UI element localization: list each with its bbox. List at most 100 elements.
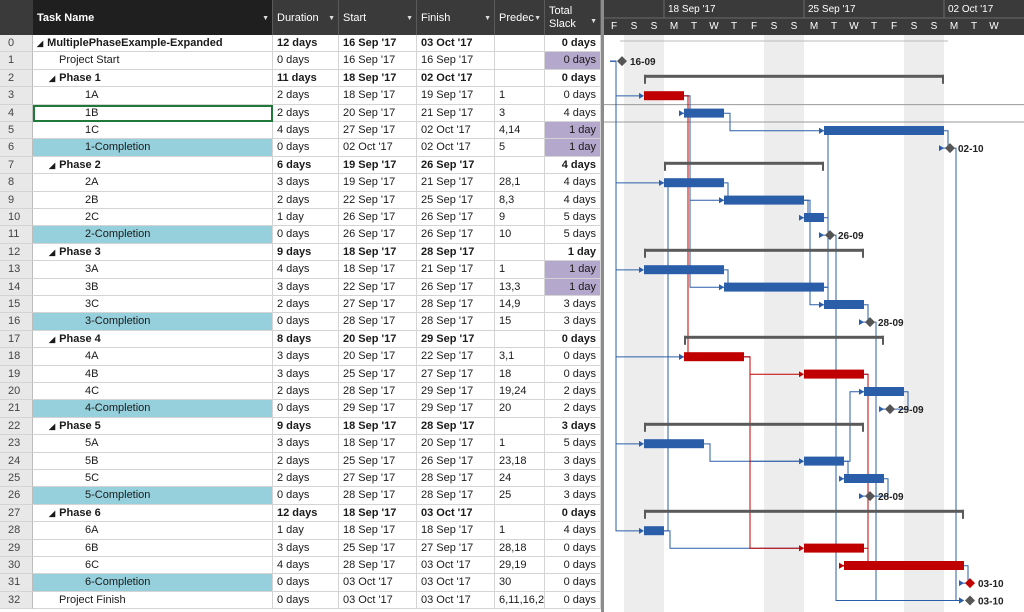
collapse-triangle-icon[interactable]: ◢: [49, 505, 55, 521]
table-row[interactable]: 18 4A 3 days 20 Sep '17 22 Sep '17 3,1 0 days: [0, 348, 601, 366]
table-row[interactable]: 10 2C 1 day 26 Sep '17 26 Sep '17 9 5 days: [0, 209, 601, 227]
table-row[interactable]: 7 ◢ Phase 2 6 days 19 Sep '17 26 Sep '17 4 day…: [0, 156, 601, 175]
total-slack-cell[interactable]: 1 day: [545, 278, 601, 296]
duration-cell[interactable]: 2 days: [273, 191, 339, 209]
task-name-cell[interactable]: 2-Completion: [33, 226, 273, 244]
column-header-start[interactable]: Start ▼: [339, 0, 417, 35]
row-id-cell[interactable]: 2: [0, 69, 33, 88]
finish-cell[interactable]: 18 Sep '17: [417, 522, 495, 540]
start-cell[interactable]: 27 Sep '17: [339, 470, 417, 488]
predecessors-cell[interactable]: 25: [495, 487, 545, 505]
predecessors-cell[interactable]: [495, 69, 545, 88]
start-cell[interactable]: 18 Sep '17: [339, 417, 417, 436]
table-row[interactable]: 12 ◢ Phase 3 9 days 18 Sep '17 28 Sep '17 1 da…: [0, 243, 601, 262]
total-slack-cell[interactable]: 4 days: [545, 191, 601, 209]
row-id-cell[interactable]: 4: [0, 104, 33, 122]
summary-bar[interactable]: [684, 335, 884, 339]
task-name-cell[interactable]: 1B: [33, 104, 273, 122]
total-slack-cell[interactable]: 0 days: [545, 52, 601, 70]
predecessors-cell[interactable]: [495, 504, 545, 523]
table-row[interactable]: 14 3B 3 days 22 Sep '17 26 Sep '17 13,3 1 day: [0, 278, 601, 296]
duration-cell[interactable]: 0 days: [273, 487, 339, 505]
task-bar[interactable]: [804, 213, 824, 222]
milestone-diamond[interactable]: [965, 595, 975, 606]
row-id-cell[interactable]: 11: [0, 226, 33, 244]
predecessors-cell[interactable]: 1: [495, 87, 545, 105]
duration-cell[interactable]: 0 days: [273, 574, 339, 592]
predecessors-cell[interactable]: 1: [495, 435, 545, 453]
finish-cell[interactable]: 02 Oct '17: [417, 122, 495, 140]
predecessors-cell[interactable]: 19,24: [495, 383, 545, 401]
column-header-predecessors[interactable]: Predec ▼: [495, 0, 545, 35]
predecessors-cell[interactable]: [495, 330, 545, 349]
finish-cell[interactable]: 28 Sep '17: [417, 470, 495, 488]
total-slack-cell[interactable]: 1 day: [545, 139, 601, 157]
column-header-duration[interactable]: Duration ▼: [273, 0, 339, 35]
predecessors-cell[interactable]: 1: [495, 522, 545, 540]
finish-cell[interactable]: 19 Sep '17: [417, 87, 495, 105]
select-all-corner[interactable]: [0, 0, 33, 35]
row-id-cell[interactable]: 3: [0, 87, 33, 105]
total-slack-cell[interactable]: 3 days: [545, 313, 601, 331]
finish-cell[interactable]: 26 Sep '17: [417, 209, 495, 227]
duration-cell[interactable]: 12 days: [273, 35, 339, 53]
task-bar[interactable]: [684, 352, 744, 362]
task-bar[interactable]: [644, 526, 664, 536]
table-row[interactable]: 30 6C 4 days 28 Sep '17 03 Oct '17 29,19 0 day…: [0, 557, 601, 575]
task-name-cell[interactable]: 5B: [33, 452, 273, 470]
start-cell[interactable]: 03 Oct '17: [339, 574, 417, 592]
duration-cell[interactable]: 3 days: [273, 435, 339, 453]
task-name-cell[interactable]: 2C: [33, 209, 273, 227]
table-row[interactable]: 15 3C 2 days 27 Sep '17 28 Sep '17 14,9 3 days: [0, 296, 601, 314]
predecessors-cell[interactable]: 1: [495, 261, 545, 279]
row-id-cell[interactable]: 28: [0, 522, 33, 540]
total-slack-cell[interactable]: 0 days: [545, 348, 601, 366]
start-cell[interactable]: 19 Sep '17: [339, 174, 417, 192]
total-slack-cell[interactable]: 0 days: [545, 557, 601, 575]
row-id-cell[interactable]: 23: [0, 435, 33, 453]
total-slack-cell[interactable]: 3 days: [545, 487, 601, 505]
task-name-cell[interactable]: ◢ Phase 6: [33, 504, 273, 523]
finish-cell[interactable]: 28 Sep '17: [417, 417, 495, 436]
predecessors-cell[interactable]: 4,14: [495, 122, 545, 140]
table-row[interactable]: 1 Project Start 0 days 16 Sep '17 16 Sep '17…: [0, 52, 601, 70]
start-cell[interactable]: 20 Sep '17: [339, 104, 417, 122]
total-slack-cell[interactable]: 3 days: [545, 296, 601, 314]
finish-cell[interactable]: 21 Sep '17: [417, 261, 495, 279]
task-name-cell[interactable]: 1-Completion: [33, 139, 273, 157]
row-id-cell[interactable]: 10: [0, 209, 33, 227]
predecessors-cell[interactable]: 3: [495, 104, 545, 122]
duration-cell[interactable]: 3 days: [273, 539, 339, 557]
total-slack-cell[interactable]: 2 days: [545, 400, 601, 418]
predecessors-cell[interactable]: 28,1: [495, 174, 545, 192]
row-id-cell[interactable]: 14: [0, 278, 33, 296]
finish-cell[interactable]: 26 Sep '17: [417, 226, 495, 244]
predecessors-cell[interactable]: [495, 243, 545, 262]
total-slack-cell[interactable]: 4 days: [545, 104, 601, 122]
row-id-cell[interactable]: 5: [0, 122, 33, 140]
finish-cell[interactable]: 28 Sep '17: [417, 243, 495, 262]
task-name-cell[interactable]: Project Finish: [33, 591, 273, 610]
duration-cell[interactable]: 3 days: [273, 278, 339, 296]
row-id-cell[interactable]: 7: [0, 156, 33, 175]
table-row[interactable]: 2 ◢ Phase 1 11 days 18 Sep '17 02 Oct '17 0 da…: [0, 69, 601, 88]
table-row[interactable]: 27 ◢ Phase 6 12 days 18 Sep '17 03 Oct '17 0 d…: [0, 504, 601, 523]
task-name-cell[interactable]: 6A: [33, 522, 273, 540]
table-row[interactable]: 5 1C 4 days 27 Sep '17 02 Oct '17 4,14 1 day: [0, 122, 601, 140]
table-row[interactable]: 21 4-Completion 0 days 29 Sep '17 29 Sep '17…: [0, 400, 601, 418]
predecessors-cell[interactable]: 13,3: [495, 278, 545, 296]
total-slack-cell[interactable]: 0 days: [545, 87, 601, 105]
duration-cell[interactable]: 0 days: [273, 139, 339, 157]
dropdown-arrow-icon[interactable]: ▼: [484, 15, 491, 22]
start-cell[interactable]: 20 Sep '17: [339, 330, 417, 349]
duration-cell[interactable]: 2 days: [273, 296, 339, 314]
table-row[interactable]: 22 ◢ Phase 5 9 days 18 Sep '17 28 Sep '17 3 da…: [0, 417, 601, 436]
duration-cell[interactable]: 2 days: [273, 470, 339, 488]
task-name-cell[interactable]: 4A: [33, 348, 273, 366]
predecessors-cell[interactable]: [495, 417, 545, 436]
row-id-cell[interactable]: 25: [0, 470, 33, 488]
start-cell[interactable]: 03 Oct '17: [339, 591, 417, 610]
finish-cell[interactable]: 02 Oct '17: [417, 139, 495, 157]
table-row[interactable]: 31 6-Completion 0 days 03 Oct '17 03 Oct '17…: [0, 574, 601, 592]
task-bar[interactable]: [804, 369, 864, 379]
